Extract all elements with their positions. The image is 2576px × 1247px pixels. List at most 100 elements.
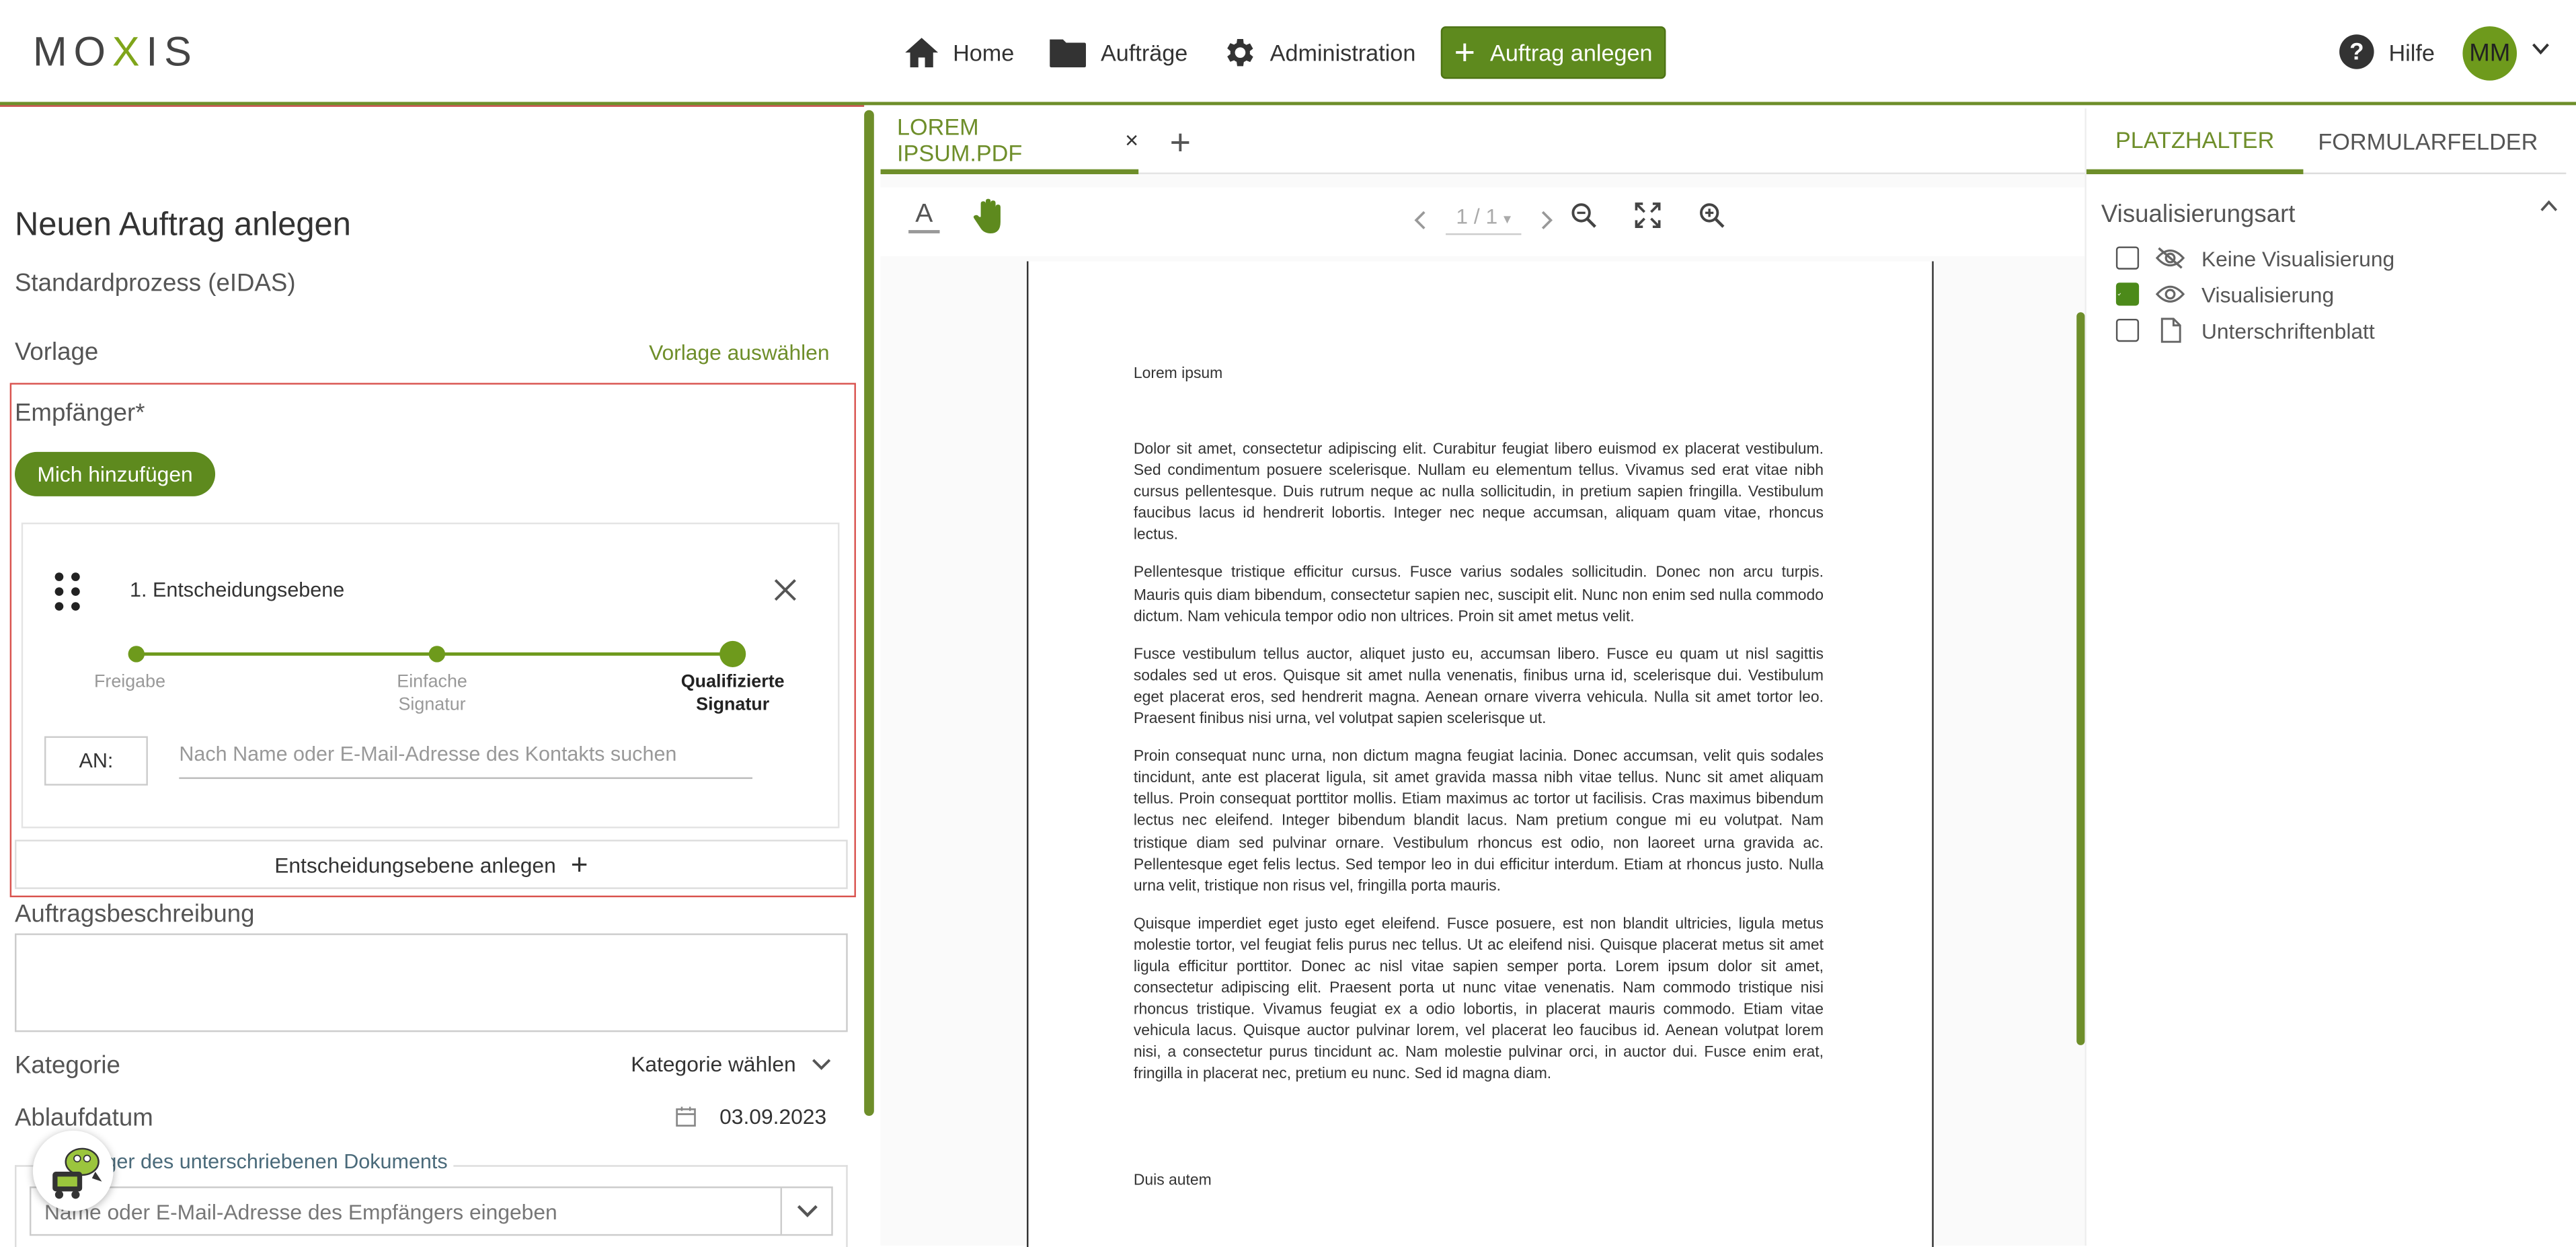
top-header: MOXIS Home Aufträge Administration + Auf… xyxy=(0,0,2576,106)
pdf-footer-text: Duis autem xyxy=(1133,1170,1212,1188)
pdf-paragraph: Pellentesque tristique efficitur cursus.… xyxy=(1133,562,1824,624)
page-navigator: 1 / 1 ▾ xyxy=(1413,204,1554,235)
add-decision-level-button[interactable]: Entscheidungsebene anlegen + xyxy=(14,839,848,889)
app-root: MOXIS Home Aufträge Administration + Auf… xyxy=(0,0,2576,1247)
left-panel-scrollbar[interactable] xyxy=(864,110,874,1116)
step-label-qualifizierte-signatur: Qualifizierte Signatur xyxy=(667,671,798,716)
nav-administration-label: Administration xyxy=(1270,39,1416,66)
option-visualisierung[interactable]: Visualisierung xyxy=(2115,281,2335,307)
pdf-viewer: LOREM IPSUM.PDF × + A 1 / 1 ▾ Lorem ipsu… xyxy=(880,108,2085,1247)
expiry-date-value: 03.09.2023 xyxy=(719,1104,827,1129)
tab-lorem-ipsum-pdf[interactable]: LOREM IPSUM.PDF × xyxy=(880,108,1139,174)
new-order-label: Auftrag anlegen xyxy=(1490,39,1653,66)
chevron-left-icon[interactable] xyxy=(1413,210,1426,229)
process-subtitle: Standardprozess (eIDAS) xyxy=(14,269,296,298)
step-dot-einfache-signatur[interactable] xyxy=(428,646,446,663)
add-me-button[interactable]: Mich hinzufügen xyxy=(14,451,216,496)
nav-home[interactable]: Home xyxy=(904,26,1015,79)
logo-text-x: X xyxy=(112,29,147,76)
logo-text-right: IS xyxy=(146,29,198,76)
page-title: Neuen Auftrag anlegen xyxy=(14,206,351,243)
pdf-scrollbar[interactable] xyxy=(2076,312,2085,1045)
decision-level-title: 1. Entscheidungsebene xyxy=(130,578,345,602)
chevron-down-icon[interactable] xyxy=(2532,43,2550,56)
new-order-button[interactable]: + Auftrag anlegen xyxy=(1440,26,1666,79)
header-divider xyxy=(0,105,865,107)
recipients-label: Empfänger* xyxy=(14,399,145,428)
signed-document-legend: ger des unterschriebenen Dokuments xyxy=(98,1150,455,1174)
option-label: Keine Visualisierung xyxy=(2201,245,2395,270)
pdf-heading: Lorem ipsum xyxy=(1133,363,1223,381)
robot-assistant-icon xyxy=(51,1147,102,1199)
expiry-label: Ablaufdatum xyxy=(14,1104,153,1133)
eye-off-icon xyxy=(2155,247,2185,269)
close-icon[interactable] xyxy=(774,578,797,601)
recipient-type-selector[interactable]: AN: xyxy=(44,736,148,786)
checkbox-unterschriftenblatt[interactable] xyxy=(2115,318,2140,342)
document-tab-bar: LOREM IPSUM.PDF × + xyxy=(880,108,2085,174)
pdf-toolbar: A 1 / 1 ▾ xyxy=(880,187,2085,257)
description-label: Auftragsbeschreibung xyxy=(14,900,255,929)
help-label: Hilfe xyxy=(2388,38,2435,65)
tab-formularfelder[interactable]: FORMULARFELDER xyxy=(2318,108,2538,174)
plus-icon: + xyxy=(570,847,588,880)
pdf-body: Dolor sit amet, consectetur adipiscing e… xyxy=(1134,437,1824,1100)
fit-to-screen-icon[interactable] xyxy=(1635,202,1661,229)
zoom-in-icon[interactable] xyxy=(1699,202,1725,229)
hand-tool-icon[interactable] xyxy=(971,197,1007,237)
step-dot-qualifizierte-signatur[interactable] xyxy=(719,640,746,667)
option-keine-visualisierung[interactable]: Keine Visualisierung xyxy=(2115,245,2395,271)
chevron-up-icon[interactable] xyxy=(2540,199,2558,213)
chatbot-assistant-button[interactable] xyxy=(32,1130,114,1211)
select-template-link[interactable]: Vorlage auswählen xyxy=(649,340,829,365)
zoom-out-icon[interactable] xyxy=(1571,202,1597,229)
nav-auftraege-label: Aufträge xyxy=(1100,39,1188,66)
template-label: Vorlage xyxy=(14,338,99,367)
home-icon xyxy=(905,38,939,68)
plus-icon: + xyxy=(1454,31,1476,73)
option-label: Visualisierung xyxy=(2201,282,2335,307)
pdf-page[interactable]: Lorem ipsum Dolor sit amet, consectetur … xyxy=(1027,261,1934,1247)
description-textarea[interactable] xyxy=(14,933,848,1032)
checkbox-visualisierung[interactable] xyxy=(2115,282,2140,306)
tab-platzhalter[interactable]: PLATZHALTER xyxy=(2086,108,2304,174)
step-label-line: Einfache xyxy=(397,672,467,692)
nav-home-label: Home xyxy=(953,39,1015,66)
pdf-paragraph: Quisque imperdiet eget justo eget eleife… xyxy=(1133,913,1824,1082)
visualization-type-title: Visualisierungsart xyxy=(2101,200,2296,229)
moxis-logo[interactable]: MOXIS xyxy=(33,30,198,77)
order-form-panel: Neuen Auftrag anlegen Standardprozess (e… xyxy=(0,108,864,1247)
pdf-paragraph: Fusce vestibulum tellus auctor, aliquet … xyxy=(1133,644,1824,726)
chevron-right-icon[interactable] xyxy=(1541,210,1555,229)
gear-icon xyxy=(1227,39,1253,67)
pdf-paragraph: Dolor sit amet, consectetur adipiscing e… xyxy=(1133,439,1824,543)
step-label-line: Qualifizierte xyxy=(680,672,785,692)
nav-auftraege[interactable]: Aufträge xyxy=(1048,26,1188,79)
drag-handle-icon[interactable] xyxy=(54,572,81,611)
folder-icon xyxy=(1050,39,1086,68)
help-icon: ? xyxy=(2339,34,2374,69)
step-label-einfache-signatur: Einfache Signatur xyxy=(375,671,490,716)
svg-text:?: ? xyxy=(2349,39,2364,65)
expiry-date-picker[interactable]: 03.09.2023 xyxy=(675,1104,826,1129)
checkbox-keine-visualisierung[interactable] xyxy=(2115,246,2140,270)
signed-document-recipient-placeholder: Name oder E-Mail-Adresse des Empfängers … xyxy=(44,1199,557,1223)
page-indicator[interactable]: 1 / 1 ▾ xyxy=(1446,203,1522,235)
step-label-freigabe: Freigabe xyxy=(73,671,188,693)
chevron-down-icon[interactable] xyxy=(780,1188,832,1234)
help-link[interactable]: ? Hilfe xyxy=(2338,33,2435,71)
nav-administration[interactable]: Administration xyxy=(1220,26,1415,79)
option-unterschriftenblatt[interactable]: Unterschriftenblatt xyxy=(2115,317,2375,344)
page-indicator-text: 1 / 1 xyxy=(1456,203,1498,229)
signed-document-recipient-input[interactable]: Name oder E-Mail-Adresse des Empfängers … xyxy=(29,1186,833,1236)
text-tool-icon[interactable]: A xyxy=(908,200,940,233)
contact-search-input[interactable]: Nach Name oder E-Mail-Adresse des Kontak… xyxy=(179,743,753,780)
close-tab-icon[interactable]: × xyxy=(1125,126,1138,152)
chevron-down-icon xyxy=(813,1058,832,1069)
user-avatar[interactable]: MM xyxy=(2462,26,2518,81)
step-dot-freigabe[interactable] xyxy=(128,646,145,663)
add-document-button[interactable]: + xyxy=(1170,122,1191,165)
tab-pdf-label: LOREM IPSUM.PDF xyxy=(897,112,1023,165)
category-value: Kategorie wählen xyxy=(631,1051,796,1077)
category-select[interactable]: Kategorie wählen xyxy=(631,1051,832,1077)
